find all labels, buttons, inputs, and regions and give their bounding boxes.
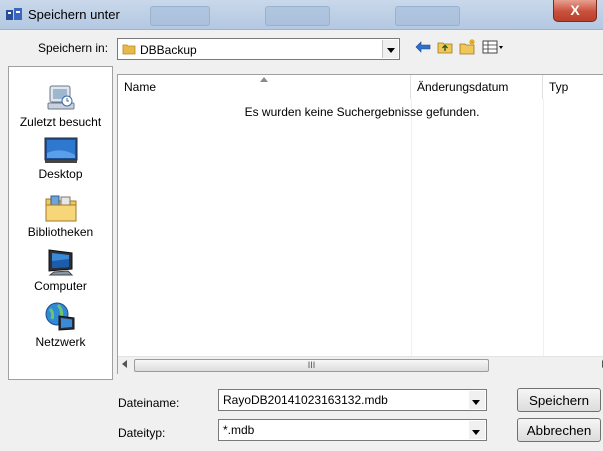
scroll-left-icon[interactable] bbox=[122, 360, 127, 368]
filetype-value: *.mdb bbox=[223, 423, 255, 437]
place-label: Netzwerk bbox=[35, 335, 86, 349]
title-bar: Speichern unter X bbox=[0, 0, 603, 30]
save-dialog-icon bbox=[6, 8, 22, 20]
view-menu-icon[interactable] bbox=[482, 38, 506, 56]
filename-value: RayoDB20141023163132.mdb bbox=[223, 393, 388, 407]
place-computer[interactable]: Computer bbox=[9, 247, 112, 293]
background-tab bbox=[265, 6, 330, 26]
cancel-button[interactable]: Abbrechen bbox=[517, 418, 601, 442]
lookin-combo[interactable]: DBBackup bbox=[117, 38, 400, 60]
background-tab bbox=[150, 6, 210, 26]
place-libraries[interactable]: Bibliotheken bbox=[9, 193, 112, 239]
place-label: Bibliotheken bbox=[27, 225, 94, 239]
recent-places-icon bbox=[47, 85, 74, 110]
network-icon bbox=[45, 302, 74, 331]
column-header-date[interactable]: Änderungsdatum bbox=[411, 75, 543, 99]
place-label: Desktop bbox=[38, 167, 83, 181]
back-arrow-icon[interactable] bbox=[414, 38, 432, 56]
place-label: Computer bbox=[34, 279, 87, 293]
place-label: Zuletzt besucht bbox=[19, 115, 102, 129]
background-tab bbox=[395, 6, 460, 26]
filename-label: Dateiname: bbox=[118, 396, 180, 410]
place-network[interactable]: Netzwerk bbox=[9, 301, 112, 349]
folder-icon bbox=[122, 44, 136, 55]
window-title: Speichern unter bbox=[28, 7, 120, 22]
column-divider bbox=[411, 99, 412, 356]
scrollbar-thumb[interactable]: III bbox=[134, 359, 489, 372]
chevron-down-icon[interactable] bbox=[469, 421, 485, 439]
column-header-name[interactable]: Name bbox=[118, 75, 411, 99]
file-list[interactable]: Name Änderungsdatum Typ Es wurden keine … bbox=[117, 74, 603, 374]
chevron-down-icon[interactable] bbox=[382, 40, 398, 58]
place-recent[interactable]: Zuletzt besucht bbox=[9, 83, 112, 129]
empty-message: Es wurden keine Suchergebnisse gefunden. bbox=[244, 105, 480, 119]
lookin-value: DBBackup bbox=[140, 43, 197, 57]
filetype-select[interactable]: *.mdb bbox=[218, 419, 487, 441]
desktop-icon bbox=[44, 137, 77, 163]
column-header-type[interactable]: Typ bbox=[543, 75, 603, 99]
column-divider bbox=[543, 99, 544, 356]
horizontal-scrollbar[interactable]: III bbox=[118, 356, 603, 374]
computer-icon bbox=[48, 249, 73, 276]
place-desktop[interactable]: Desktop bbox=[9, 137, 112, 181]
lookin-label: Speichern in: bbox=[38, 41, 109, 55]
new-folder-icon[interactable] bbox=[458, 38, 478, 56]
up-folder-icon[interactable] bbox=[436, 38, 454, 56]
places-sidebar: Zuletzt besucht Desktop Bibliotheken Com… bbox=[8, 66, 113, 380]
chevron-down-icon[interactable] bbox=[469, 391, 485, 409]
sort-ascending-icon bbox=[260, 77, 268, 82]
save-button[interactable]: Speichern bbox=[517, 388, 601, 412]
close-button[interactable]: X bbox=[553, 0, 597, 22]
filename-input[interactable]: RayoDB20141023163132.mdb bbox=[218, 389, 487, 411]
libraries-icon bbox=[45, 195, 76, 222]
filetype-label: Dateityp: bbox=[118, 426, 166, 440]
